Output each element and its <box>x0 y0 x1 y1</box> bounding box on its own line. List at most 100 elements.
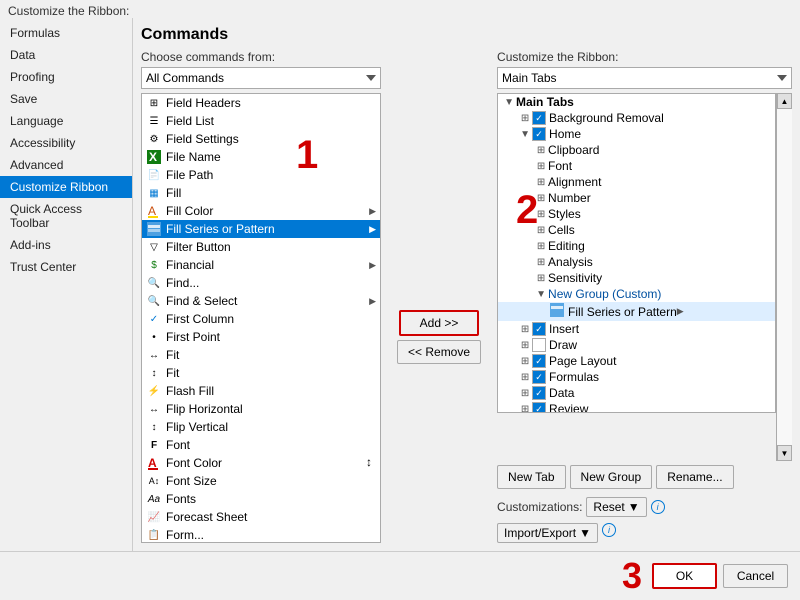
settings-sidebar: Formulas Data Proofing Save Language Acc… <box>0 18 133 551</box>
import-export-dropdown[interactable]: Import/Export ▼ <box>497 523 598 543</box>
reset-info-icon[interactable]: i <box>651 500 665 514</box>
ribbon-item-insert[interactable]: ⊞ ✓ Insert <box>498 321 775 337</box>
data-ribbon-label: Data <box>549 386 574 400</box>
new-group-button[interactable]: New Group <box>570 465 653 489</box>
ok-button[interactable]: OK <box>652 563 717 589</box>
checkbox-formulas[interactable]: ✓ <box>532 370 546 384</box>
add-button[interactable]: Add >> <box>399 310 479 336</box>
ribbon-item-data[interactable]: ⊞ ✓ Data <box>498 385 775 401</box>
ribbon-scrollbar[interactable]: ▲ ▼ <box>776 93 792 461</box>
sidebar-item-proofing[interactable]: Proofing <box>0 66 132 88</box>
ribbon-item-number[interactable]: ⊞ Number <box>498 190 775 206</box>
sidebar-item-addins[interactable]: Add-ins <box>0 234 132 256</box>
fill-series-icon <box>146 221 162 237</box>
reset-dropdown[interactable]: Reset ▼ <box>586 497 646 517</box>
list-item[interactable]: ↔ Flip Horizontal <box>142 400 380 418</box>
commands-listbox[interactable]: ⊞ Field Headers ☰ Field List ⚙ Field Set… <box>141 93 381 543</box>
ribbon-item-fill-series[interactable]: Fill Series or Pattern ▶ <box>498 302 775 321</box>
sidebar-item-data[interactable]: Data <box>0 44 132 66</box>
sidebar-item-trust-center[interactable]: Trust Center <box>0 256 132 278</box>
check-icon: ✓ <box>146 311 162 327</box>
list-item[interactable]: Aa Fonts <box>142 490 380 508</box>
sensitivity-label: Sensitivity <box>548 271 602 285</box>
formulas-ribbon-label: Formulas <box>549 370 599 384</box>
fill-series-ribbon-label: Fill Series or Pattern <box>568 305 677 319</box>
checkbox-insert[interactable]: ✓ <box>532 322 546 336</box>
list-item[interactable]: A↕ Font Size <box>142 472 380 490</box>
sidebar-item-customize-ribbon[interactable]: Customize Ribbon <box>0 176 132 198</box>
checkbox-data[interactable]: ✓ <box>532 386 546 400</box>
list-item[interactable]: 📈 Forecast Sheet <box>142 508 380 526</box>
expand-icon: ▼ <box>502 97 516 108</box>
list-item-font-color[interactable]: A Font Color ↕ <box>142 454 380 472</box>
checkbox-home[interactable]: ✓ <box>532 127 546 141</box>
ribbon-item-new-group[interactable]: ▼ New Group (Custom) <box>498 286 775 302</box>
list-item[interactable]: ⚡ Flash Fill <box>142 382 380 400</box>
list-item[interactable]: $ Financial ▶ <box>142 256 380 274</box>
home-label: Home <box>549 127 581 141</box>
ribbon-item-formulas[interactable]: ⊞ ✓ Formulas <box>498 369 775 385</box>
flip-v-icon: ↕ <box>146 419 162 435</box>
cancel-button[interactable]: Cancel <box>723 564 788 588</box>
ribbon-item-sensitivity[interactable]: ⊞ Sensitivity <box>498 270 775 286</box>
checkbox-page-layout[interactable]: ✓ <box>532 354 546 368</box>
ribbon-item-styles[interactable]: ⊞ Styles <box>498 206 775 222</box>
list-item-fill-series[interactable]: Fill Series or Pattern ▶ <box>142 220 380 238</box>
sidebar-item-save[interactable]: Save <box>0 88 132 110</box>
list-item[interactable]: ⊞ Field Headers <box>142 94 380 112</box>
list-item-first-point[interactable]: • First Point <box>142 328 380 346</box>
dialog-footer: 3 OK Cancel <box>0 551 800 600</box>
checkbox-draw[interactable] <box>532 338 546 352</box>
rename-button[interactable]: Rename... <box>656 465 733 489</box>
ribbon-item-draw[interactable]: ⊞ Draw <box>498 337 775 353</box>
list-item[interactable]: F Font <box>142 436 380 454</box>
sidebar-item-quick-access[interactable]: Quick Access Toolbar <box>0 198 132 234</box>
new-tab-button[interactable]: New Tab <box>497 465 565 489</box>
expand-icon: ▼ <box>534 289 548 300</box>
list-item-file-path[interactable]: 📄 File Path <box>142 166 380 184</box>
sidebar-item-formulas[interactable]: Formulas <box>0 22 132 44</box>
list-item[interactable]: X File Name <box>142 148 380 166</box>
list-item[interactable]: ↕ Fit <box>142 364 380 382</box>
scrollbar-down-button[interactable]: ▼ <box>777 445 792 461</box>
sidebar-item-accessibility[interactable]: Accessibility <box>0 132 132 154</box>
list-item[interactable]: ✓ First Column <box>142 310 380 328</box>
import-export-info-icon[interactable]: i <box>602 523 616 537</box>
checkbox-bg-removal[interactable]: ✓ <box>532 111 546 125</box>
list-icon: ☰ <box>146 113 162 129</box>
ribbon-item-cells[interactable]: ⊞ Cells <box>498 222 775 238</box>
list-item[interactable]: 🔍 Find... <box>142 274 380 292</box>
ribbon-listbox[interactable]: ▼ Main Tabs ⊞ ✓ Background Removal <box>497 93 776 413</box>
list-item[interactable]: ↕ Flip Vertical <box>142 418 380 436</box>
ribbon-item-font[interactable]: ⊞ Font <box>498 158 775 174</box>
list-item[interactable]: ▦ Fill <box>142 184 380 202</box>
ribbon-item-home[interactable]: ▼ ✓ Home <box>498 126 775 142</box>
ribbon-item-review[interactable]: ⊞ ✓ Review <box>498 401 775 413</box>
ribbon-item-clipboard[interactable]: ⊞ Clipboard <box>498 142 775 158</box>
fit-icon: ↔ <box>146 347 162 363</box>
ribbon-item-analysis[interactable]: ⊞ Analysis <box>498 254 775 270</box>
expand-icon: ⊞ <box>518 388 532 399</box>
ribbon-item-page-layout[interactable]: ⊞ ✓ Page Layout <box>498 353 775 369</box>
ribbon-item-alignment[interactable]: ⊞ Alignment <box>498 174 775 190</box>
list-item[interactable]: A Fill Color ▶ <box>142 202 380 220</box>
commands-from-dropdown[interactable]: All Commands Popular Commands Commands N… <box>141 67 381 89</box>
ribbon-item-editing[interactable]: ⊞ Editing <box>498 238 775 254</box>
ribbon-item-bg-removal[interactable]: ⊞ ✓ Background Removal <box>498 110 775 126</box>
remove-button[interactable]: << Remove <box>397 340 481 364</box>
list-item[interactable]: ☰ Field List <box>142 112 380 130</box>
list-item[interactable]: ⚙ Field Settings <box>142 130 380 148</box>
ribbon-main-tabs-header[interactable]: ▼ Main Tabs <box>498 94 775 110</box>
list-item[interactable]: ▽ Filter Button <box>142 238 380 256</box>
settings-icon: ⚙ <box>146 131 162 147</box>
list-item[interactable]: 📋 Form... <box>142 526 380 543</box>
scrollbar-up-button[interactable]: ▲ <box>777 93 792 109</box>
sidebar-item-advanced[interactable]: Advanced <box>0 154 132 176</box>
sidebar-item-language[interactable]: Language <box>0 110 132 132</box>
svg-text:↕: ↕ <box>366 455 372 469</box>
ribbon-tabs-dropdown[interactable]: Main Tabs Tool Tabs All Tabs <box>497 67 792 89</box>
list-item[interactable]: ↔ Fit <box>142 346 380 364</box>
checkbox-review[interactable]: ✓ <box>532 402 546 413</box>
list-item-find-select[interactable]: 🔍 Find & Select ▶ <box>142 292 380 310</box>
insert-label: Insert <box>549 322 579 336</box>
